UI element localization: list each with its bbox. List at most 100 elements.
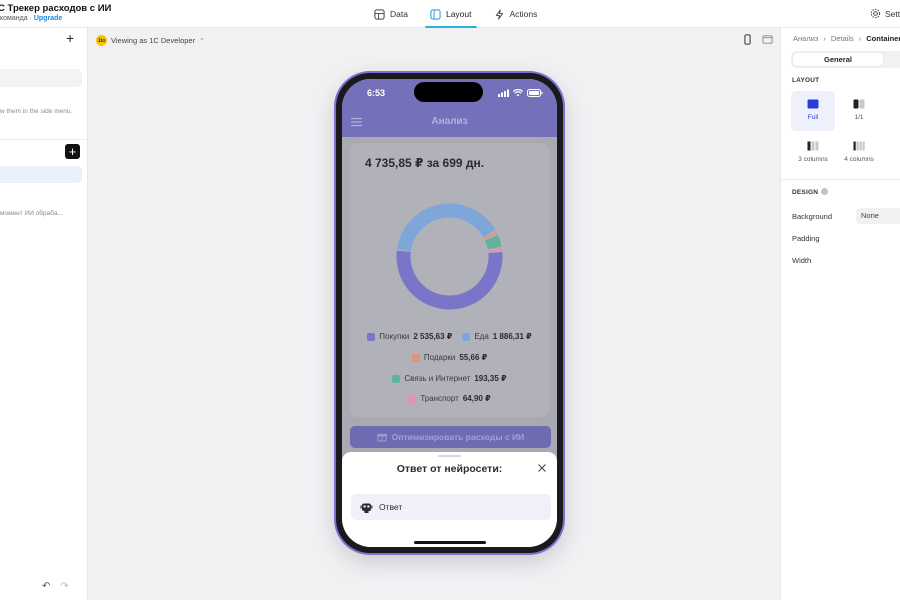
top-tabs: Data Layout Actions [372, 0, 539, 28]
segment-general[interactable]: General [793, 53, 883, 66]
legend-value: 2 535,63 ₽ [413, 332, 453, 341]
add-icon[interactable]: + [66, 31, 74, 45]
gear-icon [870, 8, 881, 19]
breadcrumb-separator-icon: › [823, 34, 826, 43]
device-toggle [742, 34, 773, 45]
dynamic-island [414, 82, 483, 102]
properties-panel: Анализ › Details › Container General LAY… [780, 28, 900, 600]
background-select[interactable]: None [856, 208, 900, 224]
breadcrumb-item[interactable]: Анализ [793, 34, 818, 43]
layout-icon [430, 8, 441, 20]
legend-name: Покупки [379, 332, 410, 341]
battery-icon [527, 89, 543, 97]
legend-row-3: Связь и Интернет 193,35 ₽ [350, 374, 549, 383]
legend-swatch [408, 394, 417, 403]
tab-layout-label: Layout [445, 9, 472, 19]
answer-label: Ответ [379, 502, 403, 512]
app-subtitle: команда · Upgrade [0, 15, 62, 22]
layout-full-icon [807, 99, 819, 109]
legend-swatch [392, 374, 401, 383]
add-component-button[interactable]: + [65, 144, 80, 159]
viewing-as-label: Viewing as 1C Developer [111, 36, 196, 45]
legend-name: Транспорт [420, 394, 459, 403]
legend-value: 64,90 ₽ [462, 394, 491, 403]
undo-redo: ↶ ↷ [42, 581, 69, 592]
undo-icon[interactable]: ↶ [42, 581, 50, 592]
optimize-expenses-button[interactable]: Оптимизировать расходы с ИИ [350, 426, 551, 448]
layout-option-1-1[interactable]: 1/1 [837, 91, 881, 131]
breadcrumb: Анализ › Details › Container [793, 34, 900, 43]
total-summary: 4 735,85 ₽ за 699 дн. [365, 156, 485, 170]
sidebar-hint-text: w them in the side menu. [0, 108, 73, 115]
tab-actions[interactable]: Actions [492, 0, 540, 28]
tab-data-label: Data [390, 9, 408, 19]
top-bar: С Трекер расходов с ИИ команда · Upgrade… [0, 0, 900, 28]
layout-option-label: 4 columns [844, 156, 874, 163]
viewing-as-selector[interactable]: 1to Viewing as 1C Developer ⌃ [96, 35, 205, 46]
layout-half-icon [853, 99, 865, 109]
legend-name: Подарки [423, 353, 456, 362]
layout-option-4-columns[interactable]: 4 columns [837, 133, 881, 173]
layout-3col-icon [807, 141, 819, 151]
breadcrumb-item[interactable]: Details [831, 34, 854, 43]
sidebar-divider [0, 139, 88, 140]
layout-option-label: Full [807, 114, 819, 121]
design-section-title: DESIGN [792, 188, 829, 196]
legend-row-2: Подарки 55,66 ₽ [350, 353, 549, 362]
legend-swatch [411, 353, 420, 362]
breadcrumb-current[interactable]: Container [866, 34, 900, 43]
tablet-device-icon[interactable] [762, 34, 773, 45]
sidebar-item-text: момент ИИ обраба... [0, 210, 63, 217]
tab-data[interactable]: Data [372, 0, 410, 28]
user-badge: 1to [96, 35, 107, 46]
answer-item[interactable]: Ответ [351, 494, 551, 520]
layout-section-title: LAYOUT [792, 77, 820, 84]
legend-name: Еда [474, 332, 489, 341]
layout-option-3-columns[interactable]: 3 columns [791, 133, 835, 173]
status-icons [498, 89, 543, 97]
padding-label: Padding [792, 234, 820, 243]
legend-item: Связь и Интернет 193,35 ₽ [392, 374, 507, 383]
width-label: Width [792, 256, 812, 265]
phone-screen: 6:53 Анализ 4 735,85 ₽ за 699 дн. Покупк… [342, 79, 557, 547]
optimize-button-label: Оптимизировать расходы с ИИ [391, 432, 525, 442]
tab-layout[interactable]: Layout [424, 0, 477, 28]
info-icon[interactable] [821, 188, 829, 195]
legend-name: Связь и Интернет [404, 374, 471, 383]
screen-title: Анализ [431, 116, 468, 127]
app-nav-bar: Анализ [342, 109, 557, 137]
breadcrumb-separator-icon: › [858, 34, 862, 43]
canvas: 1to Viewing as 1C Developer ⌃ 6:53 Анали… [88, 28, 780, 600]
chevron-updown-icon: ⌃ [199, 37, 205, 45]
legend-item: Покупки 2 535,63 ₽ [367, 332, 452, 341]
legend-value: 55,66 ₽ [459, 353, 488, 362]
app-title: С Трекер расходов с ИИ [0, 3, 112, 14]
settings-button[interactable]: Settings [870, 8, 900, 19]
layout-option-label: 3 columns [798, 156, 828, 163]
legend-item: Еда 1 886,31 ₽ [462, 332, 532, 341]
settings-label: Settings [885, 8, 900, 19]
close-icon[interactable] [537, 463, 547, 473]
phone-device-icon[interactable] [742, 34, 753, 45]
team-label: команда · [0, 15, 34, 22]
analysis-card: 4 735,85 ₽ за 699 дн. Покупки 2 535,63 ₽ … [350, 143, 549, 417]
wifi-icon [513, 89, 523, 97]
design-title-text: DESIGN [792, 189, 819, 196]
status-bar: 6:53 [342, 79, 557, 109]
panel-divider [781, 179, 900, 180]
redo-icon[interactable]: ↷ [60, 581, 68, 592]
sheet-grabber[interactable] [438, 455, 461, 457]
legend-row-4: Транспорт 64,90 ₽ [350, 394, 549, 403]
home-indicator [414, 541, 486, 544]
left-sidebar: + w them in the side menu. + момент ИИ о… [0, 28, 88, 600]
legend-row-1: Покупки 2 535,63 ₽ Еда 1 886,31 ₽ [350, 332, 549, 341]
legend-value: 193,35 ₽ [474, 374, 507, 383]
signal-icon [498, 89, 509, 97]
layout-option-full[interactable]: Full [791, 91, 835, 131]
panel-segment-control: General [791, 51, 900, 68]
layout-4col-icon [853, 141, 865, 151]
legend-item: Подарки 55,66 ₽ [411, 353, 488, 362]
upgrade-link[interactable]: Upgrade [34, 15, 62, 22]
sidebar-selected-item[interactable] [0, 166, 82, 183]
sidebar-search-input[interactable] [0, 69, 82, 87]
